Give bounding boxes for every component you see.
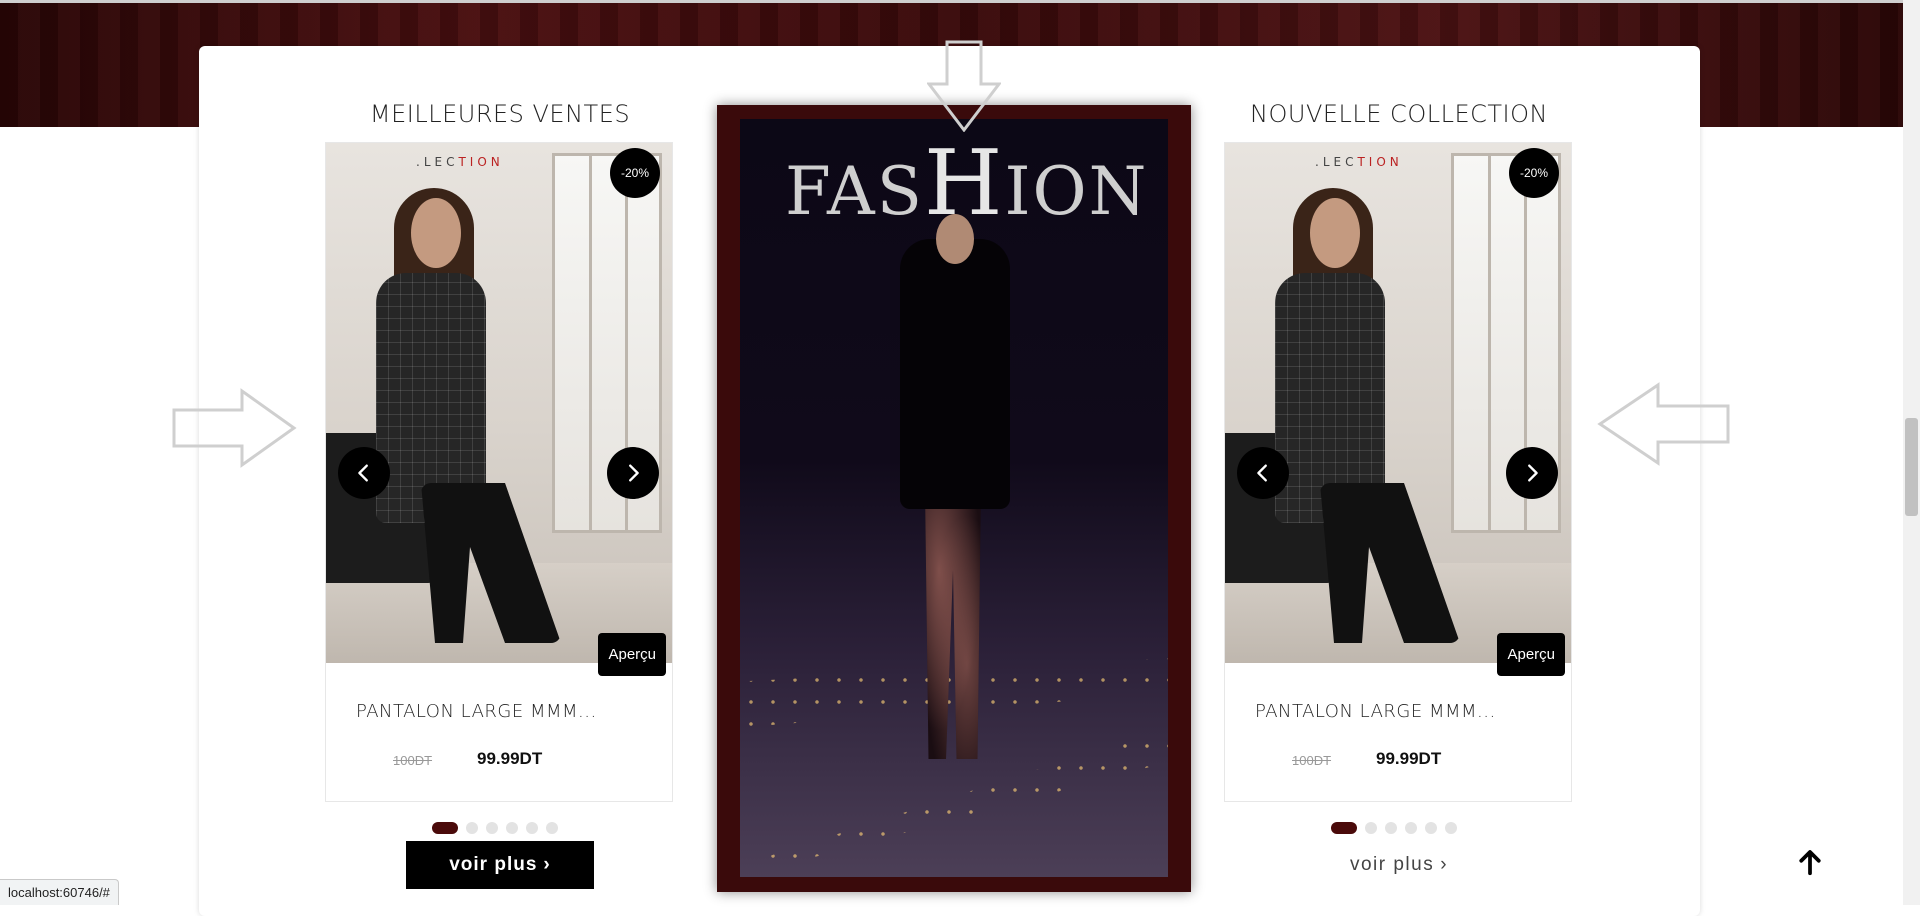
- discount-badge: -20%: [610, 148, 660, 198]
- carousel-dot-1[interactable]: [432, 822, 458, 834]
- carousel-dot-6[interactable]: [546, 822, 558, 834]
- chevron-left-icon: [1257, 464, 1267, 482]
- fashion-video-frame[interactable]: FASHION: [717, 105, 1191, 892]
- see-more-label: voir plus: [1349, 854, 1435, 875]
- see-more-link-new-collection[interactable]: voir plus ›: [1305, 841, 1493, 889]
- carousel-dot-5[interactable]: [1425, 822, 1437, 834]
- carousel-next-button[interactable]: [607, 447, 659, 499]
- carousel-dot-3[interactable]: [486, 822, 498, 834]
- model-head: [411, 198, 461, 268]
- section-title-new-collection: NOUVELLE COLLECTION: [1250, 100, 1548, 128]
- section-title-best-sellers: MEILLEURES VENTES: [369, 100, 631, 128]
- brand-watermark: .LECTION: [1315, 155, 1403, 169]
- carousel-prev-button[interactable]: [1237, 447, 1289, 499]
- arrow-up-icon[interactable]: [1795, 847, 1825, 877]
- arrow-down-outline-icon: [927, 40, 1001, 132]
- fashion-video[interactable]: FASHION: [740, 119, 1168, 877]
- chevron-left-icon: [358, 464, 368, 482]
- see-more-button-best-sellers[interactable]: voir plus ›: [406, 841, 594, 889]
- brand-watermark: .LECTION: [416, 155, 504, 169]
- carousel-dot-5[interactable]: [526, 822, 538, 834]
- carousel-dot-6[interactable]: [1445, 822, 1457, 834]
- carousel-dot-4[interactable]: [1405, 822, 1417, 834]
- chevron-right-icon: [629, 464, 639, 482]
- model-legs: [925, 489, 981, 759]
- old-price: 100DT: [393, 753, 433, 768]
- arrow-left-outline-icon: [1597, 382, 1730, 466]
- carousel-dot-1[interactable]: [1331, 822, 1357, 834]
- product-card-best-sellers[interactable]: .LECTION -20% Aperçu PANTALON LARGE MMM.…: [325, 142, 673, 802]
- product-card-new-collection[interactable]: .LECTION -20% Aperçu PANTALON LARGE MMM.…: [1224, 142, 1572, 802]
- model-jacket: [900, 239, 1010, 509]
- product-name[interactable]: PANTALON LARGE MMM...: [356, 701, 597, 722]
- old-price: 100DT: [1292, 753, 1332, 768]
- discount-badge: -20%: [1509, 148, 1559, 198]
- product-name[interactable]: PANTALON LARGE MMM...: [1255, 701, 1496, 722]
- top-border-line: [0, 0, 1920, 3]
- carousel-next-button[interactable]: [1506, 447, 1558, 499]
- vertical-scrollbar[interactable]: [1903, 0, 1920, 905]
- chevron-right-icon: [1528, 464, 1538, 482]
- quick-view-button[interactable]: Aperçu: [1497, 633, 1565, 676]
- carousel-dot-4[interactable]: [506, 822, 518, 834]
- browser-status-url: localhost:60746/#: [0, 879, 119, 905]
- chevron-right-icon: ›: [1440, 854, 1449, 875]
- carousel-dot-2[interactable]: [1365, 822, 1377, 834]
- carousel-dots-right: [1331, 822, 1457, 834]
- arrow-right-outline-icon: [172, 388, 297, 468]
- carousel-dot-3[interactable]: [1385, 822, 1397, 834]
- product-image[interactable]: .LECTION: [1225, 143, 1571, 663]
- new-price: 99.99DT: [1376, 749, 1442, 768]
- carousel-dot-2[interactable]: [466, 822, 478, 834]
- video-title: FASHION: [785, 131, 1149, 236]
- scrollbar-thumb[interactable]: [1905, 418, 1918, 516]
- model-head: [1310, 198, 1360, 268]
- see-more-label: voir plus: [449, 854, 538, 875]
- carousel-dots-left: [432, 822, 558, 834]
- product-image[interactable]: .LECTION: [326, 143, 672, 663]
- quick-view-button[interactable]: Aperçu: [598, 633, 666, 676]
- carousel-prev-button[interactable]: [338, 447, 390, 499]
- new-price: 99.99DT: [477, 749, 543, 768]
- chevron-right-icon: ›: [543, 854, 551, 875]
